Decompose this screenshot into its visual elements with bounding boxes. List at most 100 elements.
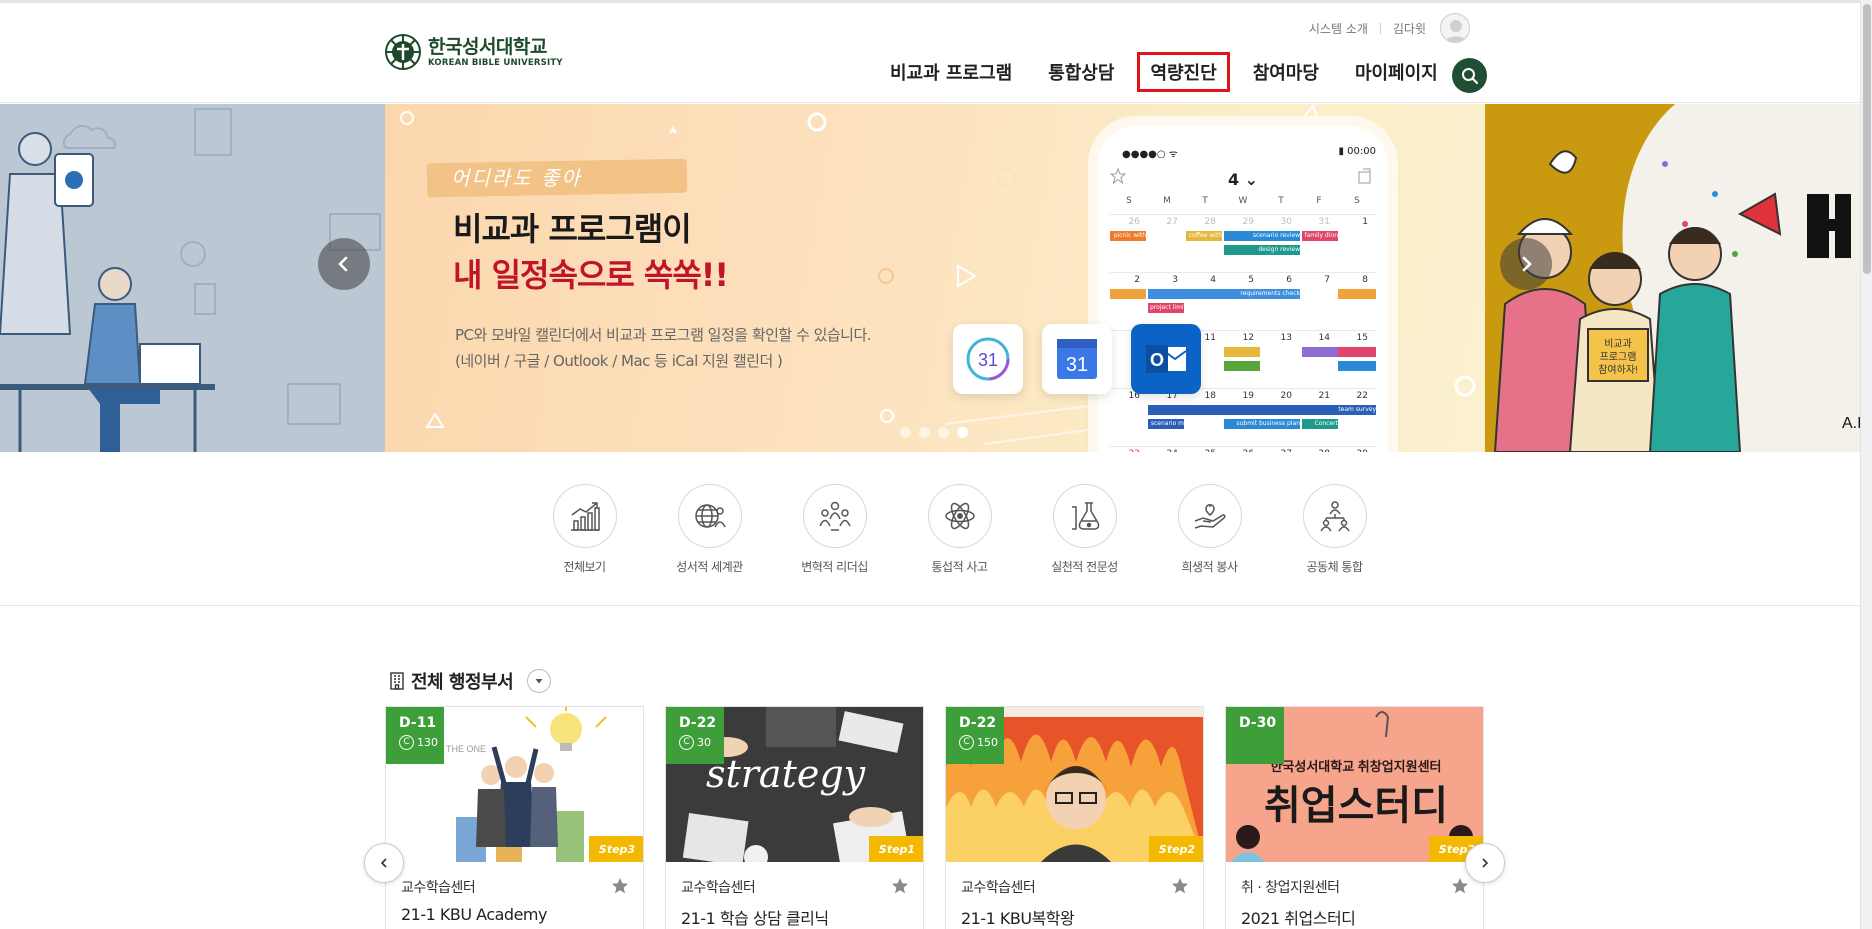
system-intro-link[interactable]: 시스템 소개 [1297,20,1380,37]
program-card[interactable]: D-22 C 150 Step2 교수학습센터 21-1 KBU복학왕 [945,706,1204,929]
department-dropdown-button[interactable] [527,669,552,693]
banner-next-button[interactable] [1500,238,1552,290]
competency-categories: 전체보기 성서적 세계관 변혁적 리더십 통섭적 사고 실천적 전문성 희생적 … [522,484,1397,575]
thumbnail-text: THE ONE [446,744,486,754]
google-calendar-graphic: 31 [1057,339,1097,379]
cards-next-button[interactable] [1465,843,1505,883]
category-transformational-leadership[interactable]: 변혁적 리더십 [772,484,897,575]
pagination-dot-active[interactable] [957,427,968,438]
naver-calendar-graphic: 31 [966,337,1010,381]
category-all[interactable]: 전체보기 [522,484,647,575]
calendar-week: 26 27 28 29 30 31 1 picnic with coffee with sc… [1110,214,1376,272]
calendar-event: submit business plan [1224,419,1300,429]
calendar-week: 2 3 4 5 6 7 8 requirements check project limit [1110,272,1376,330]
favorite-star-icon[interactable] [1451,877,1469,895]
nav-counseling[interactable]: 통합상담 [1038,55,1124,89]
category-sacrificial-service[interactable]: 희생적 봉사 [1147,484,1272,575]
calendar-day: 16 [1128,391,1140,401]
weekday: T [1202,196,1208,206]
weekday: T [1278,196,1284,206]
page-scrollbar[interactable] [1860,0,1872,929]
pagination-dot[interactable] [919,427,930,438]
pagination-dot[interactable] [900,427,911,438]
signal-icon: ●●●●○ ᯤ [1122,149,1178,160]
category-community-integration[interactable]: 공동체 통합 [1272,484,1397,575]
section-title: 전체 행정부서 [411,672,514,693]
calendar-day: 12 [1242,333,1254,343]
program-card[interactable]: strategy D-22 C 30 Step1 교수학습센터 21-1 학습 상… [665,706,924,929]
calendar-event [1110,289,1146,299]
category-circle [802,484,867,548]
cards-prev-button[interactable] [364,843,404,883]
phone-status-bar: ●●●●○ ᯤ ▮ 00:00 [1122,146,1376,160]
favorite-star-icon[interactable] [611,877,629,895]
card-title[interactable]: 2021 취업스터디 [1241,905,1356,929]
building-icon [390,672,404,690]
card-department: 취 · 창업지원센터 [1241,880,1340,896]
phone-mockup: ●●●●○ ᯤ ▮ 00:00 4 ⌄ S M T W T F S 26 27 … [1098,126,1388,452]
pagination-dot[interactable] [938,427,949,438]
coin-icon: C [679,735,694,750]
atom-icon [944,502,975,530]
calendar-day: 8 [1362,275,1368,285]
caret-down-icon [535,679,543,684]
card-title[interactable]: 21-1 학습 상담 클리닉 [681,905,829,929]
calendar-day: 18 [1204,391,1216,401]
calendar-event: scenario review [1224,231,1300,241]
favorite-star-icon[interactable] [891,877,909,895]
dday-text: D-11 [399,715,437,731]
category-practical-expertise[interactable]: 실천적 전문성 [1022,484,1147,575]
calendar-event [1224,347,1260,357]
scrollbar-thumb[interactable] [1863,4,1871,274]
program-thumbnail: 한국성서대학교 취창업지원센터 취업스터디 D-30 Step2 [1226,707,1483,862]
points-value: 130 [417,736,438,749]
nav-mypage[interactable]: 마이페이지 [1345,55,1448,89]
nav-participation[interactable]: 참여마당 [1243,55,1329,89]
card-department: 교수학습센터 [401,880,476,896]
banner-prev-button[interactable] [318,238,370,290]
calendar-day: 21 [1318,391,1330,401]
calendar-week: 23242526272829 [1110,446,1376,452]
category-biblical-worldview[interactable]: 성서적 세계관 [647,484,772,575]
dday-badge: D-30 [1226,707,1284,764]
avatar[interactable] [1440,13,1470,43]
nav-extracurricular[interactable]: 비교과 프로그램 [880,55,1022,89]
program-card[interactable]: 한국성서대학교 취창업지원센터 취업스터디 D-30 Step2 취 · 창업지… [1225,706,1484,929]
calendar-day: 27 [1166,217,1178,227]
calendar-day: 3 [1172,275,1178,285]
user-name[interactable]: 김다윗 [1381,20,1438,37]
calendar-day: 5 [1248,275,1254,285]
dday-badge: D-22 C 30 [666,707,724,764]
chevron-right-icon [1482,858,1489,868]
calendar-day: 2 [1134,275,1140,285]
category-integrative-thinking[interactable]: 통섭적 사고 [897,484,1022,575]
nav-competency-diagnosis[interactable]: 역량진단 [1137,52,1230,92]
category-label: 통섭적 사고 [931,560,988,574]
points: C 130 [399,735,444,750]
calendar-event [1302,347,1338,357]
calendar-day: 17 [1166,391,1178,401]
banner-description-line1: PC와 모바일 캘린더에서 비교과 프로그램 일정을 확인할 수 있습니다. [455,326,872,344]
naver-calendar-label: 31 [978,350,998,370]
program-card[interactable]: THE ONE D-11 C 130 Step3 교수학습센터 21-1 KBU … [385,706,644,929]
calendar-day: 31 [1318,217,1330,227]
banner-title-line2: 내 일정속으로 쏙쏙!! [453,256,729,294]
calendar-day: 19 [1242,391,1254,401]
category-label: 공동체 통합 [1306,560,1363,574]
university-logo[interactable]: 한국성서대학교 KOREAN BIBLE UNIVERSITY [384,33,563,71]
user-avatar-icon [1444,20,1468,42]
step-badge: Step1 [869,836,923,862]
calendar-event: scenario m [1148,419,1184,429]
logo-korean: 한국성서대학교 [428,35,547,58]
favorite-star-icon[interactable] [1171,877,1189,895]
banner-slide-current[interactable]: 어디라도 좋아 비교과 프로그램이 내 일정속으로 쏙쏙!! PC와 모바일 캘… [385,104,1485,452]
calendar-day: 7 [1324,275,1330,285]
card-title[interactable]: 21-1 KBU Academy [401,905,547,924]
calendar-month: 4 ⌄ [1227,170,1259,189]
card-title[interactable]: 21-1 KBU복학왕 [961,905,1075,929]
weekday: F [1316,196,1322,206]
google-calendar-icon: 31 [1042,324,1112,394]
hand-heart-icon [1194,503,1226,529]
chart-growth-icon [570,502,600,531]
search-button[interactable] [1452,58,1487,93]
